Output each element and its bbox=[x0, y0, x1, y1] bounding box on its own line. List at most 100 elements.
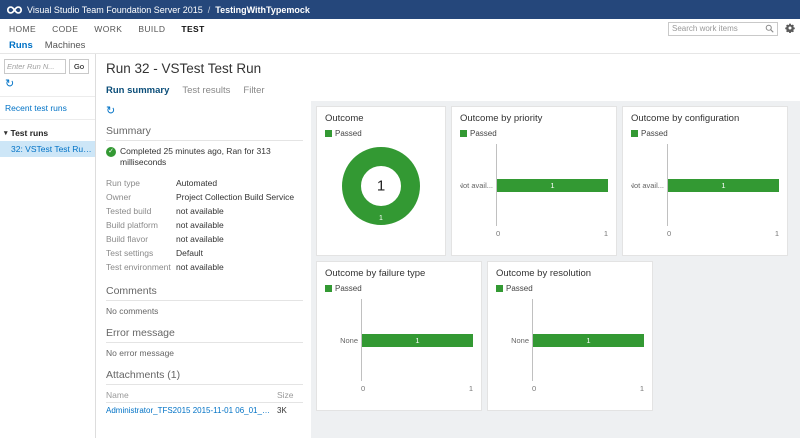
search-input[interactable] bbox=[672, 24, 765, 33]
chart-title: Outcome bbox=[325, 113, 437, 124]
plot-area: 1 bbox=[361, 299, 473, 381]
chevron-expanded-icon[interactable]: ▾ bbox=[4, 129, 8, 137]
summary-panel: ↻ Summary ✓ Completed 25 minutes ago, Ra… bbox=[106, 101, 311, 438]
nav-build[interactable]: BUILD bbox=[138, 24, 165, 34]
category-label: None bbox=[496, 299, 532, 381]
field-build-flavor: Build flavornot available bbox=[106, 232, 303, 246]
project-name[interactable]: TestingWithTypemock bbox=[215, 5, 310, 15]
nav-work[interactable]: WORK bbox=[94, 24, 122, 34]
x-tick-max: 1 bbox=[640, 384, 644, 393]
sidebar-refresh-icon[interactable]: ↻ bbox=[0, 74, 19, 95]
chart-legend: Passed bbox=[325, 284, 473, 293]
pivot-bar: Runs Machines bbox=[0, 38, 800, 54]
bar-value-label: 1 bbox=[586, 336, 590, 345]
run-tabs: Run summary Test results Filter bbox=[106, 85, 800, 96]
error-message-heading: Error message bbox=[106, 327, 303, 343]
attachment-link[interactable]: Administrator_TFS2015 2015-11-01 06_01_4… bbox=[106, 406, 273, 415]
column-name: Name bbox=[106, 390, 277, 400]
sidebar-divider bbox=[0, 96, 95, 97]
x-tick-min: 0 bbox=[361, 384, 365, 393]
legend-passed-label: Passed bbox=[506, 284, 533, 293]
chart-tile-outcome-by-resolution: Outcome by resolution Passed None 1 bbox=[487, 261, 653, 411]
chart-tile-outcome: Outcome Passed 1 1 bbox=[316, 106, 446, 256]
content-row: ↻ Summary ✓ Completed 25 minutes ago, Ra… bbox=[106, 101, 800, 438]
attachment-row: Administrator_TFS2015 2015-11-01 06_01_4… bbox=[106, 406, 303, 415]
hub-navigation: HOME CODE WORK BUILD TEST bbox=[0, 19, 800, 38]
column-size: Size bbox=[277, 390, 303, 400]
passed-bar: 1 bbox=[497, 179, 608, 192]
chart-title: Outcome by resolution bbox=[496, 268, 644, 279]
tab-runs[interactable]: Runs bbox=[9, 40, 33, 51]
comments-heading: Comments bbox=[106, 285, 303, 301]
settings-gear-icon[interactable] bbox=[785, 23, 795, 33]
x-axis: 0 1 bbox=[532, 384, 644, 393]
legend-passed-swatch bbox=[631, 130, 638, 137]
tfs-app: Visual Studio Team Foundation Server 201… bbox=[0, 0, 800, 438]
summary-heading: Summary bbox=[106, 125, 303, 141]
tree-item-run-32[interactable]: 32: VSTest Test Run Ch... bbox=[0, 141, 95, 157]
chart-title: Outcome by failure type bbox=[325, 268, 473, 279]
field-test-environment: Test environmentnot available bbox=[106, 260, 303, 274]
tab-filter[interactable]: Filter bbox=[243, 85, 264, 96]
chart-tile-outcome-by-configuration: Outcome by configuration Passed Not avai… bbox=[622, 106, 788, 256]
category-label: Not avail... bbox=[460, 144, 496, 226]
charts-panel: Outcome Passed 1 1 Outcome by priority bbox=[311, 101, 800, 438]
legend-passed-label: Passed bbox=[641, 129, 668, 138]
recent-test-runs-link[interactable]: Recent test runs bbox=[0, 98, 95, 118]
x-axis: 0 1 bbox=[667, 229, 779, 238]
nav-code[interactable]: CODE bbox=[52, 24, 78, 34]
field-build-platform: Build platformnot available bbox=[106, 218, 303, 232]
plot-area: 1 bbox=[667, 144, 779, 226]
tab-run-summary[interactable]: Run summary bbox=[106, 85, 169, 96]
chart-title: Outcome by priority bbox=[460, 113, 608, 124]
tab-test-results[interactable]: Test results bbox=[182, 85, 230, 96]
nav-home[interactable]: HOME bbox=[9, 24, 36, 34]
bar-chart: Not avail... 1 bbox=[460, 144, 608, 226]
run-status-text: Completed 25 minutes ago, Ran for 313 mi… bbox=[120, 146, 303, 169]
passed-bar: 1 bbox=[533, 334, 644, 347]
x-tick-min: 0 bbox=[496, 229, 500, 238]
nav-test[interactable]: TEST bbox=[181, 24, 204, 34]
legend-passed-label: Passed bbox=[335, 284, 362, 293]
search-icon[interactable] bbox=[765, 24, 774, 33]
plot-area: 1 bbox=[496, 144, 608, 226]
run-number-input[interactable] bbox=[4, 59, 66, 74]
breadcrumb-separator: / bbox=[208, 5, 211, 15]
attachment-size: 3K bbox=[277, 406, 303, 415]
x-axis: 0 1 bbox=[361, 384, 473, 393]
completed-check-icon: ✓ bbox=[106, 147, 116, 157]
tree-root-label: Test runs bbox=[11, 128, 49, 138]
legend-passed-swatch bbox=[460, 130, 467, 137]
x-tick-min: 0 bbox=[532, 384, 536, 393]
main-content: Run 32 - VSTest Test Run Run summary Tes… bbox=[96, 54, 800, 438]
error-message-empty-text: No error message bbox=[106, 348, 303, 358]
x-tick-max: 1 bbox=[604, 229, 608, 238]
comments-empty-text: No comments bbox=[106, 306, 303, 316]
legend-passed-swatch bbox=[496, 285, 503, 292]
tab-machines[interactable]: Machines bbox=[45, 40, 86, 51]
x-axis: 0 1 bbox=[496, 229, 608, 238]
legend-passed-label: Passed bbox=[335, 129, 362, 138]
legend-passed-label: Passed bbox=[470, 129, 497, 138]
search-work-items-box bbox=[668, 22, 778, 36]
server-name: Visual Studio Team Foundation Server 201… bbox=[27, 5, 203, 15]
attachments-table-header: Name Size bbox=[106, 390, 303, 403]
sidebar-divider bbox=[0, 119, 95, 120]
summary-refresh-icon[interactable]: ↻ bbox=[106, 101, 120, 122]
go-button[interactable]: Go bbox=[69, 59, 89, 74]
tree-node-test-runs[interactable]: ▾ Test runs bbox=[0, 121, 95, 141]
x-tick-max: 1 bbox=[775, 229, 779, 238]
page-title: Run 32 - VSTest Test Run bbox=[106, 61, 800, 76]
legend-passed-swatch bbox=[325, 285, 332, 292]
x-tick-max: 1 bbox=[469, 384, 473, 393]
top-bar: Visual Studio Team Foundation Server 201… bbox=[0, 0, 800, 19]
plot-area: 1 bbox=[532, 299, 644, 381]
bar-chart: None 1 bbox=[325, 299, 473, 381]
chart-title: Outcome by configuration bbox=[631, 113, 779, 124]
left-sidebar: Go ↻ Recent test runs ▾ Test runs 32: VS… bbox=[0, 54, 96, 438]
category-label: Not avail... bbox=[631, 144, 667, 226]
field-run-type: Run typeAutomated bbox=[106, 176, 303, 190]
bar-chart: Not avail... 1 bbox=[631, 144, 779, 226]
chart-legend: Passed bbox=[325, 129, 437, 138]
donut-slice-label: 1 bbox=[379, 215, 383, 222]
